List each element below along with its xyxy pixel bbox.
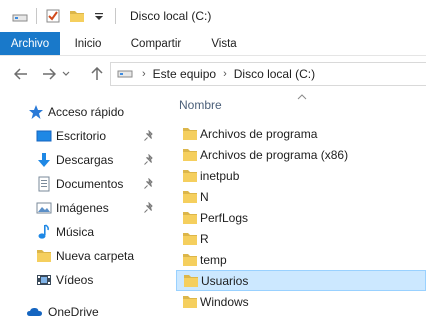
desktop-icon: [36, 128, 52, 144]
folder-icon: [36, 248, 52, 264]
file-row-archivos-de-programa-x86[interactable]: Archivos de programa (x86): [176, 144, 426, 165]
properties-check-icon[interactable]: [45, 8, 61, 24]
this-pc-icon: [117, 67, 135, 81]
sidebar-item-label: Nueva carpeta: [56, 249, 135, 263]
column-header-nombre[interactable]: Nombre: [179, 98, 222, 112]
ribbon-tabs: Archivo Inicio Compartir Vista: [0, 32, 426, 56]
file-row-r[interactable]: R: [176, 228, 426, 249]
sidebar-item-videos[interactable]: Vídeos: [0, 268, 166, 292]
sidebar-item-acceso-rapido[interactable]: Acceso rápido: [0, 100, 166, 124]
sidebar-item-label: Música: [56, 225, 95, 239]
file-name: PerfLogs: [200, 210, 249, 225]
sidebar-item-nueva-carpeta[interactable]: Nueva carpeta: [0, 244, 166, 268]
pin-icon[interactable]: [143, 129, 155, 142]
file-name: Windows: [200, 294, 249, 309]
pin-icon[interactable]: [143, 177, 155, 190]
videos-icon: [36, 272, 52, 288]
sidebar-item-label: Descargas: [56, 153, 114, 167]
up-arrow-icon[interactable]: [86, 63, 108, 85]
tab-archivo[interactable]: Archivo: [0, 32, 60, 55]
sidebar-item-label: Documentos: [56, 177, 124, 191]
file-name: Archivos de programa (x86): [200, 147, 349, 162]
file-row-temp[interactable]: temp: [176, 249, 426, 270]
folder-icon: [182, 211, 198, 224]
navigation-bar: › Este equipo › Disco local (C:): [0, 56, 426, 92]
star-icon: [28, 104, 44, 120]
file-name: R: [200, 231, 209, 246]
pictures-icon: [36, 200, 52, 216]
title-bar: Disco local (C:): [0, 0, 426, 32]
file-row-usuarios[interactable]: Usuarios: [176, 270, 426, 291]
back-arrow-icon[interactable]: [10, 63, 32, 85]
file-row-inetpub[interactable]: inetpub: [176, 165, 426, 186]
pin-icon[interactable]: [143, 153, 155, 166]
sidebar-item-label: Escritorio: [56, 129, 107, 143]
sidebar-item-imagenes[interactable]: Imágenes: [0, 196, 166, 220]
sidebar-item-label: OneDrive: [48, 305, 99, 319]
breadcrumb-chevron-icon[interactable]: ›: [142, 68, 146, 80]
file-name: inetpub: [200, 168, 240, 183]
folder-icon: [183, 274, 199, 287]
cloud-icon: [26, 304, 42, 320]
file-name: Archivos de programa: [200, 126, 318, 141]
file-name: N: [200, 189, 209, 204]
sidebar-item-label: Vídeos: [56, 273, 94, 287]
pin-icon[interactable]: [143, 201, 155, 214]
music-icon: [36, 224, 52, 240]
folder-icon: [182, 148, 198, 161]
breadcrumb-este-equipo[interactable]: Este equipo: [153, 67, 216, 81]
sidebar-item-onedrive[interactable]: OneDrive: [0, 300, 166, 324]
breadcrumb-disco-local[interactable]: Disco local (C:): [234, 67, 315, 81]
file-row-archivos-de-programa[interactable]: Archivos de programa: [176, 123, 426, 144]
address-bar[interactable]: › Este equipo › Disco local (C:): [110, 62, 426, 86]
drive-icon[interactable]: [12, 8, 28, 24]
window-title: Disco local (C:): [130, 9, 212, 23]
tab-compartir[interactable]: Compartir: [116, 32, 196, 55]
folder-icon: [182, 190, 198, 203]
sidebar-item-musica[interactable]: Música: [0, 220, 166, 244]
file-list-pane: Nombre Archivos de programa Archivos de …: [166, 92, 426, 331]
sidebar-item-escritorio[interactable]: Escritorio: [0, 124, 166, 148]
file-row-perflogs[interactable]: PerfLogs: [176, 207, 426, 228]
tab-inicio[interactable]: Inicio: [60, 32, 116, 55]
quick-access-toolbar: [0, 0, 124, 32]
sidebar-item-descargas[interactable]: Descargas: [0, 148, 166, 172]
new-folder-icon[interactable]: [69, 8, 85, 24]
recent-locations-chevron-icon[interactable]: [60, 63, 72, 85]
sort-ascending-icon: [297, 89, 307, 100]
toolbar-separator: [115, 8, 116, 24]
forward-arrow-icon[interactable]: [38, 63, 60, 85]
file-name: Usuarios: [201, 273, 249, 288]
breadcrumb-chevron-icon[interactable]: ›: [223, 68, 227, 80]
folder-icon: [182, 232, 198, 245]
file-row-windows[interactable]: Windows: [176, 291, 426, 312]
folder-icon: [182, 169, 198, 182]
customize-dropdown-icon[interactable]: [91, 8, 107, 24]
download-icon: [36, 152, 52, 168]
file-name: temp: [200, 252, 227, 267]
sidebar-item-documentos[interactable]: Documentos: [0, 172, 166, 196]
sidebar-item-label: Imágenes: [56, 201, 109, 215]
documents-icon: [36, 176, 52, 192]
folder-icon: [182, 127, 198, 140]
folder-icon: [182, 295, 198, 308]
tab-vista[interactable]: Vista: [196, 32, 252, 55]
folder-icon: [182, 253, 198, 266]
sidebar-item-label: Acceso rápido: [48, 105, 125, 119]
navigation-pane: Acceso rápido Escritorio Descargas Docum…: [0, 92, 166, 331]
toolbar-separator: [36, 8, 37, 24]
file-row-n[interactable]: N: [176, 186, 426, 207]
